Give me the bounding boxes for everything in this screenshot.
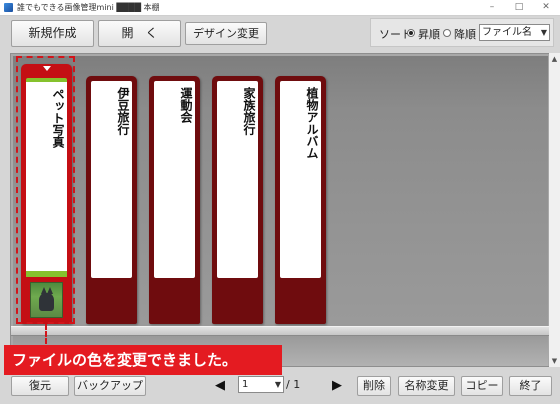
binder-title: 植物アルバム bbox=[305, 87, 319, 159]
callout-banner: ファイルの色を変更できました。 bbox=[4, 345, 282, 375]
binder-plant-album[interactable]: 植物アルバム bbox=[275, 76, 326, 324]
shelf-board bbox=[11, 326, 550, 336]
binder-title: 運動会 bbox=[179, 87, 193, 123]
sort-descending-radio[interactable] bbox=[443, 29, 451, 37]
bookshelf: ペット写真 伊豆旅行 運動会 家族旅行 植物アルバム bbox=[10, 53, 551, 367]
exit-button[interactable]: 終了 bbox=[509, 376, 552, 396]
rename-button[interactable]: 名称変更 bbox=[398, 376, 455, 396]
title-bar: 誰でもできる画像管理mini ████ 本棚 – □ ✕ bbox=[0, 0, 560, 16]
backup-button[interactable]: バックアップ bbox=[74, 376, 146, 396]
delete-button[interactable]: 削除 bbox=[357, 376, 391, 396]
binder-thumbnail bbox=[30, 282, 63, 318]
binder-family-trip[interactable]: 家族旅行 bbox=[212, 76, 263, 324]
binder-title: 伊豆旅行 bbox=[116, 87, 130, 135]
binder-label: 運動会 bbox=[154, 81, 195, 278]
binder-label: 植物アルバム bbox=[280, 81, 321, 278]
sort-field-value: ファイル名 bbox=[482, 27, 532, 38]
restore-button[interactable]: 復元 bbox=[11, 376, 69, 396]
page-number-input[interactable]: 1 ▼ bbox=[238, 376, 284, 393]
page-number-value: 1 bbox=[242, 379, 249, 390]
dog-photo-icon bbox=[39, 287, 54, 311]
binder-title: 家族旅行 bbox=[242, 87, 256, 135]
design-change-button[interactable]: デザイン変更 bbox=[185, 22, 267, 45]
prev-page-icon[interactable]: ◀ bbox=[213, 378, 227, 394]
callout-leader bbox=[45, 324, 47, 344]
app-icon bbox=[4, 3, 13, 12]
binder-sports-day[interactable]: 運動会 bbox=[149, 76, 200, 324]
window-title: 誰でもできる画像管理mini ████ 本棚 bbox=[17, 3, 160, 12]
chevron-down-icon: ▼ bbox=[540, 28, 547, 37]
binder-label: 家族旅行 bbox=[217, 81, 258, 278]
shelf-area: ペット写真 伊豆旅行 運動会 家族旅行 植物アルバム bbox=[13, 56, 548, 326]
binder-label: 伊豆旅行 bbox=[91, 81, 132, 278]
open-button[interactable]: 開 く bbox=[98, 20, 181, 47]
scroll-up-icon[interactable]: ▲ bbox=[549, 53, 560, 65]
minimize-button[interactable]: – bbox=[485, 1, 499, 13]
label-band bbox=[26, 271, 67, 277]
copy-button[interactable]: コピー bbox=[461, 376, 503, 396]
binder-pet-photos[interactable]: ペット写真 bbox=[21, 64, 72, 324]
binder-title: ペット写真 bbox=[51, 88, 65, 148]
sort-ascending-label: 昇順 bbox=[418, 28, 440, 41]
maximize-button[interactable]: □ bbox=[512, 1, 526, 13]
sort-descending-label: 降順 bbox=[454, 28, 476, 41]
new-button[interactable]: 新規作成 bbox=[11, 20, 94, 47]
close-button[interactable]: ✕ bbox=[539, 1, 553, 13]
chevron-down-icon: ▼ bbox=[274, 380, 281, 389]
binder-izu-trip[interactable]: 伊豆旅行 bbox=[86, 76, 137, 324]
sort-field-select[interactable]: ファイル名 ▼ bbox=[479, 24, 550, 41]
page-total: / 1 bbox=[286, 378, 301, 391]
binder-label: ペット写真 bbox=[26, 78, 67, 277]
sort-panel: ソート 昇順 降順 ファイル名 ▼ bbox=[370, 18, 554, 47]
sort-ascending-radio[interactable] bbox=[407, 29, 415, 37]
selected-marker-icon bbox=[43, 66, 51, 71]
vertical-scrollbar[interactable]: ▲ ▼ bbox=[549, 53, 560, 367]
next-page-icon[interactable]: ▶ bbox=[330, 378, 344, 394]
scroll-down-icon[interactable]: ▼ bbox=[549, 355, 560, 367]
